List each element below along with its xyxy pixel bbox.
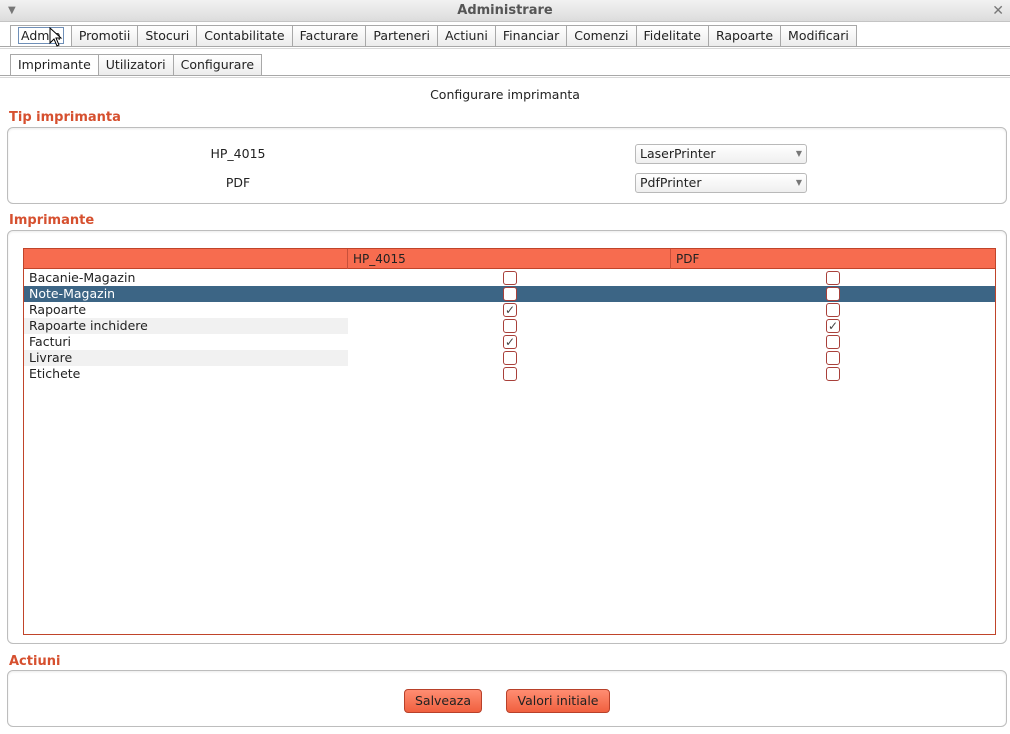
sub-tabs-divider — [0, 75, 1010, 78]
printer-assignment-table[interactable]: HP_4015 PDF Bacanie-Magazin Note-Magazin… — [23, 248, 996, 635]
tab-stocuri[interactable]: Stocuri — [138, 25, 198, 46]
table-row[interactable]: Etichete — [24, 366, 995, 382]
mouse-cursor-icon — [49, 27, 63, 47]
row-label: Note-Magazin — [29, 286, 116, 301]
hp4015-checkbox[interactable] — [503, 271, 517, 285]
row-label: Rapoarte — [29, 302, 87, 317]
tab-fidelitate[interactable]: Fidelitate — [636, 25, 709, 46]
table-row[interactable]: Livrare — [24, 350, 995, 366]
column-header-pdf[interactable]: PDF — [671, 249, 995, 269]
row-label: Facturi — [29, 334, 72, 349]
hp4015-checkbox[interactable]: ✓ — [503, 303, 517, 317]
tab-imprimante[interactable]: Imprimante — [10, 54, 99, 75]
row-label: Etichete — [29, 366, 81, 381]
table-row-selected[interactable]: Note-Magazin — [24, 286, 995, 302]
table-row[interactable]: Rapoarte ✓ — [24, 302, 995, 318]
sub-tabs: Imprimante Utilizatori Configurare — [10, 54, 263, 75]
printer-type-select[interactable]: PdfPrinter ▼ — [635, 173, 807, 193]
printer-name: HP_4015 — [210, 146, 266, 161]
tip-imprimanta-panel: HP_4015 LaserPrinter ▼ PDF PdfPrinter ▼ — [7, 127, 1007, 204]
tab-promotii[interactable]: Promotii — [71, 25, 139, 46]
chevron-down-icon: ▼ — [795, 178, 802, 187]
tab-contabilitate[interactable]: Contabilitate — [197, 25, 293, 46]
printer-type-row: HP_4015 LaserPrinter ▼ — [8, 143, 1006, 165]
window-menu-icon[interactable]: ▼ — [8, 0, 16, 22]
tab-rapoarte[interactable]: Rapoarte — [708, 25, 782, 46]
pdf-checkbox[interactable] — [826, 303, 840, 317]
window-titlebar: ▼ Administrare ✕ — [0, 0, 1010, 22]
chevron-down-icon: ▼ — [795, 149, 802, 158]
hp4015-checkbox[interactable] — [503, 367, 517, 381]
section-label-actiuni: Actiuni — [9, 654, 61, 669]
main-tabs-divider — [0, 46, 1010, 49]
table-row[interactable]: Rapoarte inchidere ✓ — [24, 318, 995, 334]
pdf-checkbox[interactable] — [826, 287, 840, 301]
section-label-imprimante: Imprimante — [9, 213, 95, 228]
tab-modificari[interactable]: Modificari — [781, 25, 857, 46]
tab-utilizatori[interactable]: Utilizatori — [98, 54, 174, 75]
tab-configurare[interactable]: Configurare — [173, 54, 263, 75]
table-row[interactable]: Facturi ✓ — [24, 334, 995, 350]
window-title: Administrare — [457, 3, 553, 18]
column-header-document[interactable] — [24, 249, 348, 269]
section-label-tip-imprimanta: Tip imprimanta — [9, 110, 121, 125]
tab-financiar[interactable]: Financiar — [495, 25, 568, 46]
reset-defaults-button[interactable]: Valori initiale — [506, 689, 610, 713]
printer-name: PDF — [225, 175, 251, 190]
table-row[interactable]: Bacanie-Magazin — [24, 270, 995, 286]
tab-actiuni[interactable]: Actiuni — [437, 25, 496, 46]
main-tabs: Admin Promotii Stocuri Contabilitate Fac… — [10, 25, 857, 46]
pdf-checkbox[interactable] — [826, 367, 840, 381]
row-label: Bacanie-Magazin — [29, 270, 136, 285]
tab-comenzi[interactable]: Comenzi — [567, 25, 637, 46]
pdf-checkbox[interactable]: ✓ — [826, 319, 840, 333]
printer-type-row: PDF PdfPrinter ▼ — [8, 172, 1006, 194]
table-header: HP_4015 PDF — [24, 249, 995, 269]
close-icon[interactable]: ✕ — [992, 0, 1004, 22]
hp4015-checkbox[interactable] — [503, 287, 517, 301]
hp4015-checkbox[interactable] — [503, 319, 517, 333]
row-label: Livrare — [24, 350, 348, 366]
pdf-checkbox[interactable] — [826, 335, 840, 349]
save-button[interactable]: Salveaza — [404, 689, 482, 713]
pdf-checkbox[interactable] — [826, 271, 840, 285]
form-title: Configurare imprimanta — [430, 87, 580, 102]
pdf-checkbox[interactable] — [826, 351, 840, 365]
tab-facturare[interactable]: Facturare — [292, 25, 367, 46]
hp4015-checkbox[interactable]: ✓ — [503, 335, 517, 349]
row-label: Rapoarte inchidere — [24, 318, 348, 334]
hp4015-checkbox[interactable] — [503, 351, 517, 365]
column-header-hp4015[interactable]: HP_4015 — [348, 249, 671, 269]
printer-type-select[interactable]: LaserPrinter ▼ — [635, 144, 807, 164]
tab-parteneri[interactable]: Parteneri — [366, 25, 438, 46]
